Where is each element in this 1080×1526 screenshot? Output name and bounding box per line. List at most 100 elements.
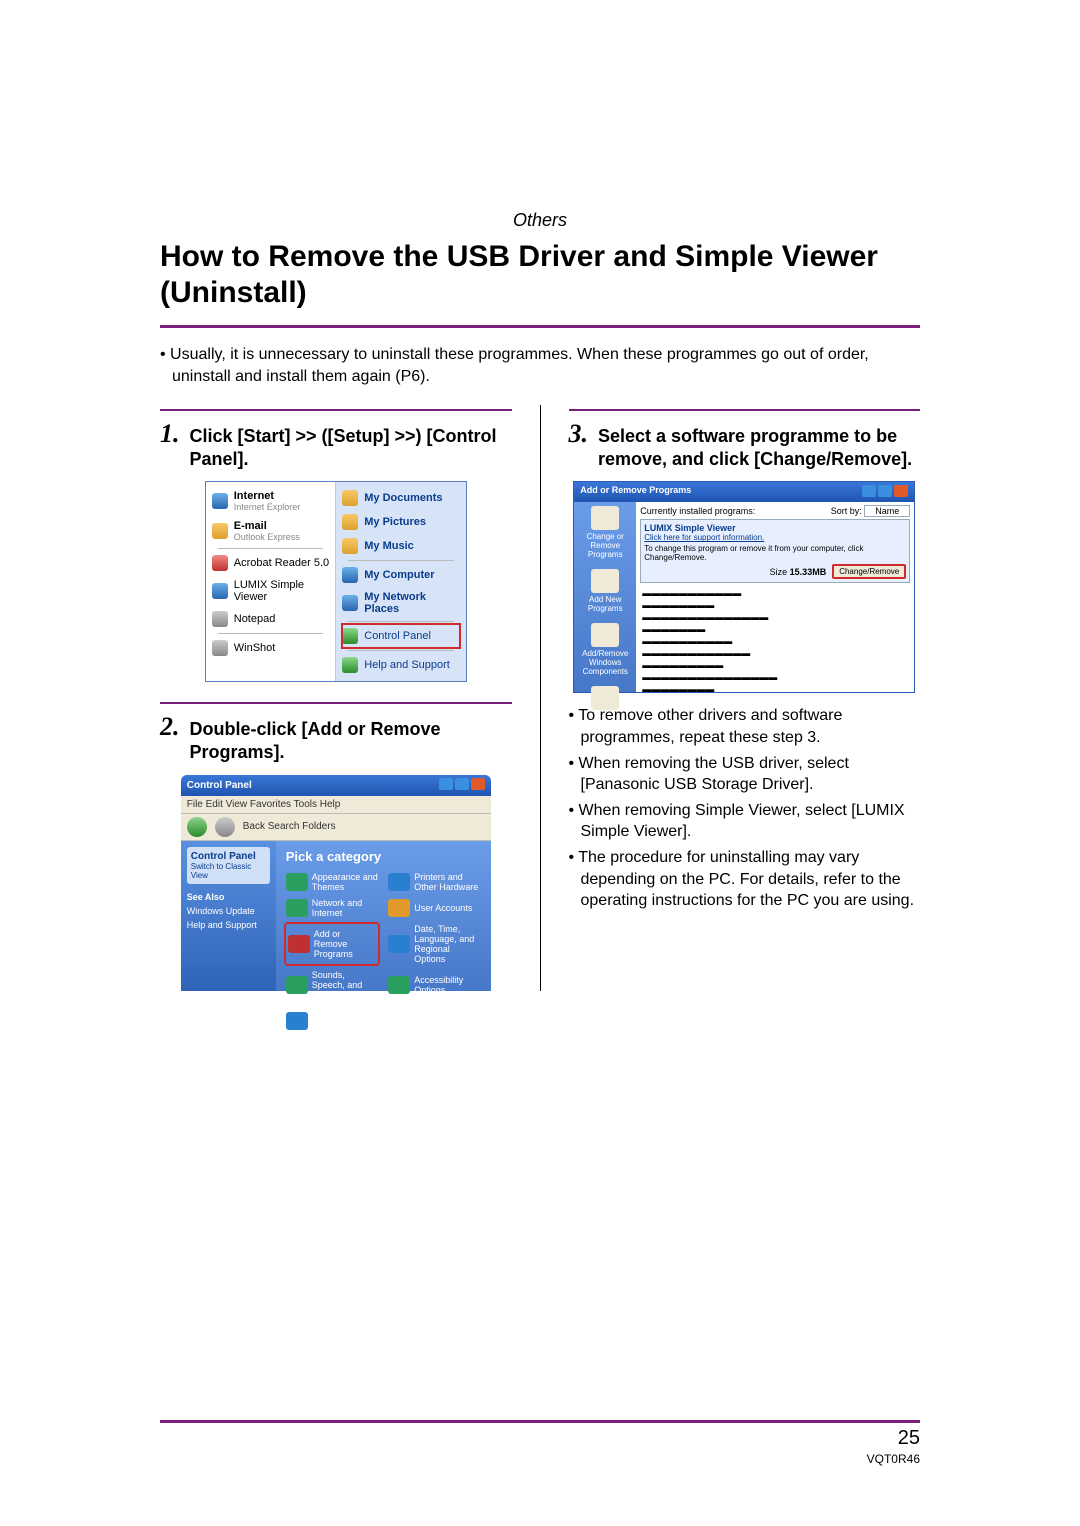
start-acrobat[interactable]: Acrobat Reader 5.0 — [212, 551, 330, 575]
start-internet[interactable]: InternetInternet Explorer — [212, 486, 330, 516]
two-column-layout: 1. Click [Start] >> ([Setup] >>) [Contro… — [160, 405, 920, 991]
list-item[interactable]: ▬▬▬▬▬▬▬▬ — [640, 683, 910, 692]
network-icon — [342, 595, 358, 611]
start-my-pictures[interactable]: My Pictures — [342, 510, 460, 534]
side-windows-components[interactable]: Add/Remove Windows Components — [578, 623, 632, 676]
start-control-panel[interactable]: Control Panel — [342, 624, 460, 648]
sidebar-control-panel[interactable]: Control Panel Switch to Classic View — [187, 847, 270, 884]
support-link[interactable]: Click here for support information. — [644, 533, 906, 542]
step-3-heading: 3. Select a software programme to be rem… — [569, 419, 921, 472]
cat-performance[interactable]: Performance and Maintenance — [286, 1006, 379, 1036]
cat-user-accounts[interactable]: User Accounts — [388, 898, 481, 918]
currently-installed-label: Currently installed programs: — [640, 506, 755, 516]
start-lumix[interactable]: LUMIX Simple Viewer — [212, 575, 330, 607]
accessibility-icon — [388, 976, 410, 994]
notes-list: • To remove other drivers and software p… — [569, 705, 921, 911]
performance-icon — [286, 1012, 308, 1030]
control-panel-screenshot: Control Panel File Edit View Favorites T… — [181, 775, 491, 991]
add-remove-programs-screenshot: Add or Remove Programs Change or Remove … — [573, 481, 915, 693]
step-title: Select a software programme to be remove… — [598, 425, 920, 472]
list-item[interactable]: ▬▬▬▬▬▬▬▬▬▬▬ — [640, 587, 910, 599]
right-column: 3. Select a software programme to be rem… — [569, 405, 921, 991]
side-add-new[interactable]: Add New Programs — [578, 569, 632, 613]
maximize-icon[interactable] — [878, 485, 892, 497]
printers-icon — [388, 873, 410, 891]
selected-program[interactable]: LUMIX Simple Viewer Click here for suppo… — [640, 519, 910, 583]
toolbar[interactable]: Back Search Folders — [181, 814, 491, 841]
list-item[interactable]: ▬▬▬▬▬▬▬▬▬▬ — [640, 635, 910, 647]
start-menu-screenshot: InternetInternet Explorer E-mailOutlook … — [205, 481, 467, 682]
page-title: How to Remove the USB Driver and Simple … — [160, 239, 920, 311]
note-item: • When removing Simple Viewer, select [L… — [569, 800, 921, 843]
list-item[interactable]: ▬▬▬▬▬▬▬▬ — [640, 599, 910, 611]
control-panel-icon — [342, 628, 358, 644]
note-item: • To remove other drivers and software p… — [569, 705, 921, 748]
cat-appearance[interactable]: Appearance and Themes — [286, 872, 379, 892]
window-titlebar[interactable]: Add or Remove Programs — [574, 482, 914, 502]
see-also-label: See Also — [187, 890, 270, 904]
note-item: • When removing the USB driver, select [… — [569, 753, 921, 796]
list-item[interactable]: ▬▬▬▬▬▬▬ — [640, 623, 910, 635]
appearance-icon — [286, 873, 308, 891]
cat-network[interactable]: Network and Internet — [286, 898, 379, 918]
step-title: Double-click [Add or Remove Programs]. — [190, 718, 512, 765]
sidebar-help-support[interactable]: Help and Support — [187, 918, 270, 932]
sidebar-windows-update[interactable]: Windows Update — [187, 904, 270, 918]
cat-date-time[interactable]: Date, Time, Language, and Regional Optio… — [388, 924, 481, 964]
close-icon[interactable] — [894, 485, 908, 497]
window-buttons[interactable] — [860, 485, 908, 499]
manual-page: Others How to Remove the USB Driver and … — [0, 0, 1080, 1526]
note-item: • The procedure for uninstalling may var… — [569, 847, 921, 912]
intro-paragraph: • Usually, it is unnecessary to uninstal… — [160, 344, 920, 387]
cat-add-remove-programs[interactable]: Add or Remove Programs — [286, 924, 379, 964]
window-title: Add or Remove Programs — [580, 485, 691, 499]
arp-sidebar: Change or Remove Programs Add New Progra… — [574, 502, 636, 692]
list-item[interactable]: ▬▬▬▬▬▬▬▬▬ — [640, 659, 910, 671]
document-code: VQT0R46 — [867, 1452, 920, 1466]
window-titlebar[interactable]: Control Panel — [181, 775, 491, 796]
list-item[interactable]: ▬▬▬▬▬▬▬▬▬▬▬▬ — [640, 647, 910, 659]
date-icon — [388, 935, 410, 953]
step-1-heading: 1. Click [Start] >> ([Setup] >>) [Contro… — [160, 419, 512, 472]
menubar[interactable]: File Edit View Favorites Tools Help — [181, 796, 491, 814]
help-icon — [342, 657, 358, 673]
forward-icon[interactable] — [215, 817, 235, 837]
back-icon[interactable] — [187, 817, 207, 837]
pdf-icon — [212, 555, 228, 571]
side-change-remove[interactable]: Change or Remove Programs — [578, 506, 632, 559]
sort-select[interactable]: Name — [864, 505, 910, 517]
close-icon[interactable] — [471, 778, 485, 790]
start-my-documents[interactable]: My Documents — [342, 486, 460, 510]
notepad-icon — [212, 611, 228, 627]
start-notepad[interactable]: Notepad — [212, 607, 330, 631]
list-item[interactable]: ▬▬▬▬▬▬▬▬▬▬▬▬▬▬▬ — [640, 671, 910, 683]
minimize-icon[interactable] — [439, 778, 453, 790]
title-rule — [160, 325, 920, 328]
minimize-icon[interactable] — [862, 485, 876, 497]
list-item[interactable]: ▬▬▬▬▬▬▬▬▬▬▬▬▬▬ — [640, 611, 910, 623]
start-network-places[interactable]: My Network Places — [342, 587, 460, 619]
start-email[interactable]: E-mailOutlook Express — [212, 516, 330, 546]
footer-rule — [160, 1420, 920, 1423]
pick-category-heading: Pick a category — [286, 849, 481, 864]
window-title: Control Panel — [187, 780, 252, 791]
email-icon — [212, 523, 228, 539]
winshot-icon — [212, 640, 228, 656]
computer-icon — [342, 567, 358, 583]
maximize-icon[interactable] — [455, 778, 469, 790]
start-winshot[interactable]: WinShot — [212, 636, 330, 660]
cat-sounds[interactable]: Sounds, Speech, and Audio Devices — [286, 970, 379, 1000]
cat-accessibility[interactable]: Accessibility Options — [388, 970, 481, 1000]
start-help[interactable]: Help and Support — [342, 653, 460, 677]
page-footer: 25 VQT0R46 — [160, 1420, 920, 1466]
step-number: 2. — [160, 712, 180, 742]
step-number: 1. — [160, 419, 180, 449]
cat-printers[interactable]: Printers and Other Hardware — [388, 872, 481, 892]
folder-icon — [342, 490, 358, 506]
start-my-computer[interactable]: My Computer — [342, 563, 460, 587]
step-number: 3. — [569, 419, 589, 449]
start-my-music[interactable]: My Music — [342, 534, 460, 558]
arp-main: Currently installed programs: Sort by: N… — [636, 502, 914, 692]
change-remove-button[interactable]: Change/Remove — [832, 564, 906, 579]
window-buttons[interactable] — [437, 778, 485, 793]
